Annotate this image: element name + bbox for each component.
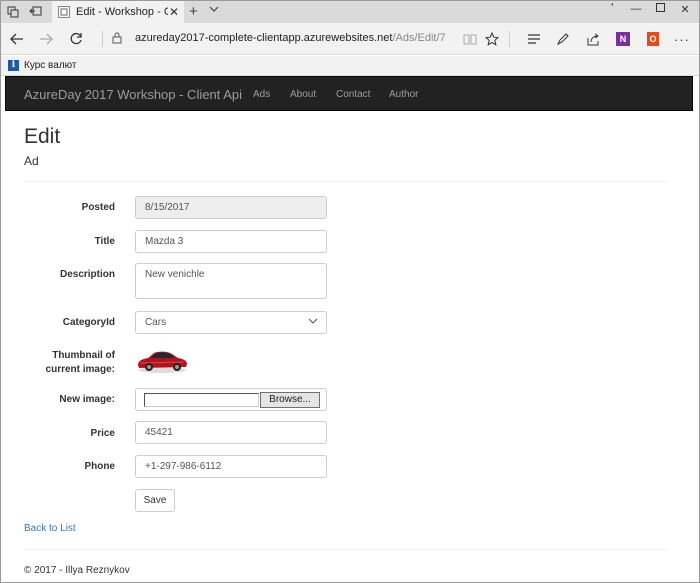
phone-input[interactable]: +1-297-986-6112 <box>135 455 327 478</box>
address-input[interactable]: azureday2017-complete-clientapp.azureweb… <box>135 32 446 44</box>
onenote-glyph: N <box>616 32 630 46</box>
lock-icon[interactable] <box>112 32 122 47</box>
page-subtitle: Ad <box>24 154 39 168</box>
phone-label: Phone <box>84 461 115 472</box>
favorites-bar: i Курс валют <box>1 56 699 76</box>
description-label: Description <box>59 269 115 280</box>
tab-close-icon[interactable]: ✕ <box>169 5 179 19</box>
new-tab-icon[interactable]: + <box>189 3 198 20</box>
price-input[interactable]: 45421 <box>135 421 327 444</box>
posted-field: 8/15/2017 <box>135 196 327 219</box>
refresh-icon[interactable] <box>66 29 86 49</box>
office-glyph: O <box>647 32 659 46</box>
category-select[interactable]: Cars <box>135 311 327 334</box>
hub-icon[interactable] <box>525 30 543 48</box>
back-to-list-link[interactable]: Back to List <box>24 523 76 534</box>
info-icon: i <box>8 60 19 71</box>
tab-title: Edit - Workshop - Client <box>76 6 168 18</box>
window-close-icon[interactable]: ✕ <box>677 3 693 16</box>
url-path: /Ads/Edit/7 <box>392 32 446 44</box>
web-note-icon[interactable] <box>554 30 572 48</box>
file-upload: Browse... <box>135 388 327 411</box>
title-input[interactable]: Mazda 3 <box>135 230 327 253</box>
browse-button[interactable]: Browse... <box>260 392 320 408</box>
tab-active[interactable]: Edit - Workshop - Client ✕ <box>52 1 184 23</box>
site-brand[interactable]: AzureDay 2017 Workshop - Client Api <box>24 87 242 102</box>
tab-preview-chevron-icon[interactable] <box>209 4 219 16</box>
toolbar-separator <box>509 31 510 47</box>
nav-link-contact[interactable]: Contact <box>336 89 370 100</box>
car-thumbnail-image <box>138 351 187 373</box>
address-bar-row: azureday2017-complete-clientapp.azureweb… <box>1 23 699 55</box>
more-icon[interactable]: ··· <box>673 30 691 48</box>
nav-link-about[interactable]: About <box>290 89 316 100</box>
category-selected-value: Cars <box>145 317 167 328</box>
tab-set-aside-icon[interactable] <box>5 4 21 20</box>
page-favicon-icon <box>58 6 70 18</box>
new-image-label: New image: <box>59 394 115 405</box>
url-host: azureday2017-complete-clientapp.azureweb… <box>135 32 393 44</box>
minimize-icon[interactable]: — <box>628 3 644 15</box>
nav-link-ads[interactable]: Ads <box>253 89 270 100</box>
tab-restore-icon[interactable] <box>27 4 43 20</box>
onenote-icon[interactable]: N <box>614 30 632 48</box>
chevron-down-icon <box>308 317 318 328</box>
price-label: Price <box>90 428 115 439</box>
page-content: AzureDay 2017 Workshop - Client Api Ads … <box>1 76 699 582</box>
favorite-link[interactable]: Курс валют <box>24 60 77 71</box>
file-path-box[interactable] <box>144 393 259 407</box>
footer-text: © 2017 - Illya Reznykov <box>24 565 130 576</box>
back-arrow-icon[interactable] <box>7 29 27 49</box>
favorite-star-icon[interactable] <box>483 30 501 48</box>
site-navbar: AzureDay 2017 Workshop - Client Api Ads … <box>5 76 693 111</box>
browser-window: Edit - Workshop - Client ✕ + ꜗ — ✕ azure… <box>0 0 700 583</box>
divider <box>24 549 667 550</box>
divider <box>24 181 667 182</box>
posted-label: Posted <box>81 202 115 213</box>
tab-bar: Edit - Workshop - Client ✕ + ꜗ — ✕ <box>1 1 699 23</box>
nav-link-author[interactable]: Author <box>389 89 418 100</box>
category-label: CategoryId <box>62 317 115 328</box>
office-icon[interactable]: O <box>644 30 662 48</box>
page-title: Edit <box>24 125 61 148</box>
reading-view-icon[interactable] <box>461 30 479 48</box>
share-icon[interactable] <box>584 30 602 48</box>
toolbar-separator <box>102 31 103 47</box>
window-settings-icon[interactable]: ꜗ <box>604 2 620 14</box>
forward-arrow-icon[interactable] <box>36 29 56 49</box>
title-label: Title <box>94 236 115 247</box>
save-button[interactable]: Save <box>135 489 175 512</box>
thumbnail-label: Thumbnail of current image: <box>45 350 115 375</box>
maximize-icon[interactable] <box>652 3 668 15</box>
description-textarea[interactable]: New venichle <box>135 263 327 299</box>
